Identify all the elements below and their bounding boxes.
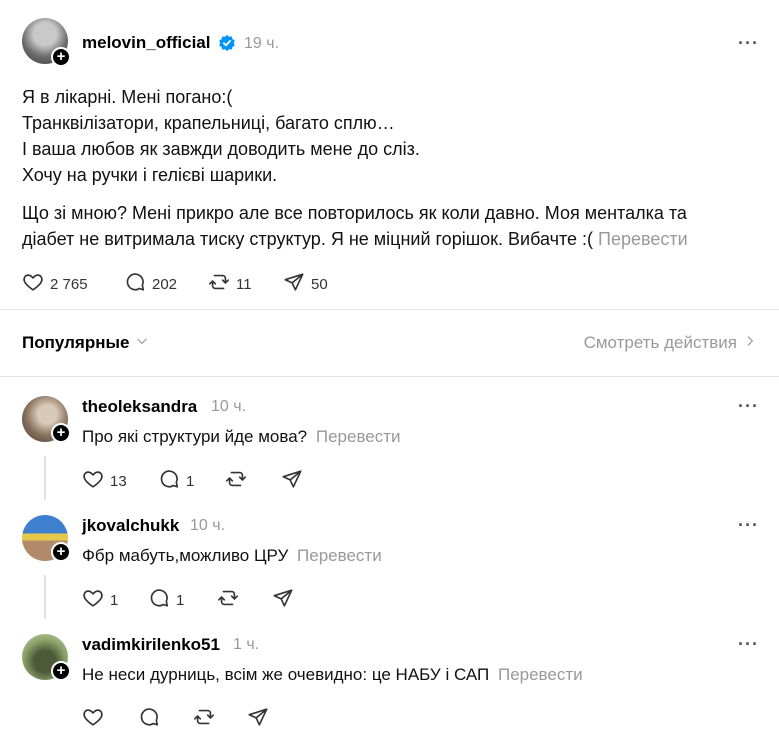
post-username[interactable]: melovin_official (82, 33, 210, 53)
like-button[interactable]: 13 (82, 468, 127, 494)
view-actions-label: Смотреть действия (583, 333, 737, 352)
repost-button[interactable] (217, 587, 239, 613)
divider (0, 376, 779, 377)
reply-body: Фбр мабуть,можливо ЦРУ (82, 546, 289, 565)
follow-plus-icon[interactable]: + (51, 542, 71, 562)
post-line: Транквілізатори, крапельниці, багато спл… (22, 113, 395, 133)
follow-plus-icon[interactable]: + (51, 423, 71, 443)
reply-body: Не неси дурниць, всім же очевидно: це НА… (82, 665, 490, 684)
comment-icon (148, 587, 170, 613)
post-line: І ваша любов як завжди доводить мене до … (22, 139, 420, 159)
comment-button[interactable]: 1 (158, 468, 194, 494)
sort-label: Популярные (22, 333, 130, 352)
like-button[interactable]: 2 765 (22, 271, 88, 297)
comment-icon (158, 468, 180, 494)
chevron-down-icon (135, 333, 149, 353)
share-icon (247, 706, 269, 732)
repost-count: 11 (236, 275, 252, 293)
thread-line (44, 456, 46, 500)
repost-button[interactable] (193, 706, 215, 732)
like-count: 13 (110, 472, 127, 490)
more-icon[interactable]: ··· (738, 396, 759, 417)
repost-icon (217, 587, 239, 613)
reply-text: Фбр мабуть,можливо ЦРУ Перевести (82, 546, 382, 566)
post-line: діабет не витримала тиску структур. Я не… (22, 229, 594, 249)
follow-plus-icon[interactable]: + (51, 47, 71, 67)
heart-icon (82, 706, 104, 732)
repost-icon (225, 468, 247, 494)
post-line: Що зі мною? Мені прикро але все повторил… (22, 203, 687, 223)
reply-time[interactable]: 1 ч. (233, 636, 259, 654)
repost-button[interactable]: 11 (208, 271, 252, 297)
comment-count: 1 (176, 591, 185, 609)
reply-text: Про які структури йде мова? Перевести (82, 427, 401, 447)
share-icon (281, 468, 303, 494)
follow-plus-icon[interactable]: + (51, 661, 71, 681)
sort-dropdown[interactable]: Популярные (22, 333, 149, 353)
like-count: 2 765 (50, 275, 88, 293)
comment-button[interactable] (138, 706, 160, 732)
more-icon[interactable]: ··· (738, 634, 759, 655)
comment-button[interactable]: 1 (148, 587, 184, 613)
comment-icon (138, 706, 160, 732)
more-icon[interactable]: ··· (738, 515, 759, 536)
repost-icon (208, 271, 230, 297)
verified-badge-icon (218, 34, 236, 57)
comment-count: 1 (186, 472, 195, 490)
reply-username[interactable]: vadimkirilenko51 (82, 635, 220, 655)
like-count: 1 (110, 591, 119, 609)
post-line: Я в лікарні. Мені погано:( (22, 87, 233, 107)
share-button[interactable]: 50 (283, 271, 328, 297)
repost-button[interactable] (225, 468, 247, 494)
reply-username[interactable]: jkovalchukk (82, 516, 179, 536)
comment-count: 202 (152, 275, 178, 293)
post-time[interactable]: 19 ч. (244, 35, 279, 53)
share-button[interactable] (247, 706, 269, 732)
share-button[interactable] (272, 587, 294, 613)
like-button[interactable] (82, 706, 104, 732)
translate-link[interactable]: Перевести (598, 229, 688, 249)
post-body-paragraph-1: Я в лікарні. Мені погано:( Транквілізато… (22, 84, 420, 188)
share-icon (283, 271, 305, 297)
translate-link[interactable]: Перевести (297, 546, 382, 565)
reply-text: Не неси дурниць, всім же очевидно: це НА… (82, 665, 583, 685)
comment-icon (124, 271, 146, 297)
reply-username[interactable]: theoleksandra (82, 397, 197, 417)
comment-button[interactable]: 202 (124, 271, 177, 297)
reply-body: Про які структури йде мова? (82, 427, 308, 446)
divider (0, 309, 779, 310)
share-count: 50 (311, 275, 328, 293)
heart-icon (82, 468, 104, 494)
reply-time[interactable]: 10 ч. (211, 398, 246, 416)
chevron-right-icon (743, 333, 757, 353)
post-line: Хочу на ручки і гелієві шарики. (22, 165, 278, 185)
translate-link[interactable]: Перевести (316, 427, 401, 446)
thread-line (44, 575, 46, 619)
view-actions-link[interactable]: Смотреть действия (584, 333, 757, 353)
share-icon (272, 587, 294, 613)
heart-icon (22, 271, 44, 297)
heart-icon (82, 587, 104, 613)
translate-link[interactable]: Перевести (498, 665, 583, 684)
post-body-paragraph-2: Що зі мною? Мені прикро але все повторил… (22, 200, 688, 252)
more-icon[interactable]: ··· (738, 33, 759, 54)
like-button[interactable]: 1 (82, 587, 118, 613)
reply-time[interactable]: 10 ч. (190, 517, 225, 535)
share-button[interactable] (281, 468, 303, 494)
repost-icon (193, 706, 215, 732)
